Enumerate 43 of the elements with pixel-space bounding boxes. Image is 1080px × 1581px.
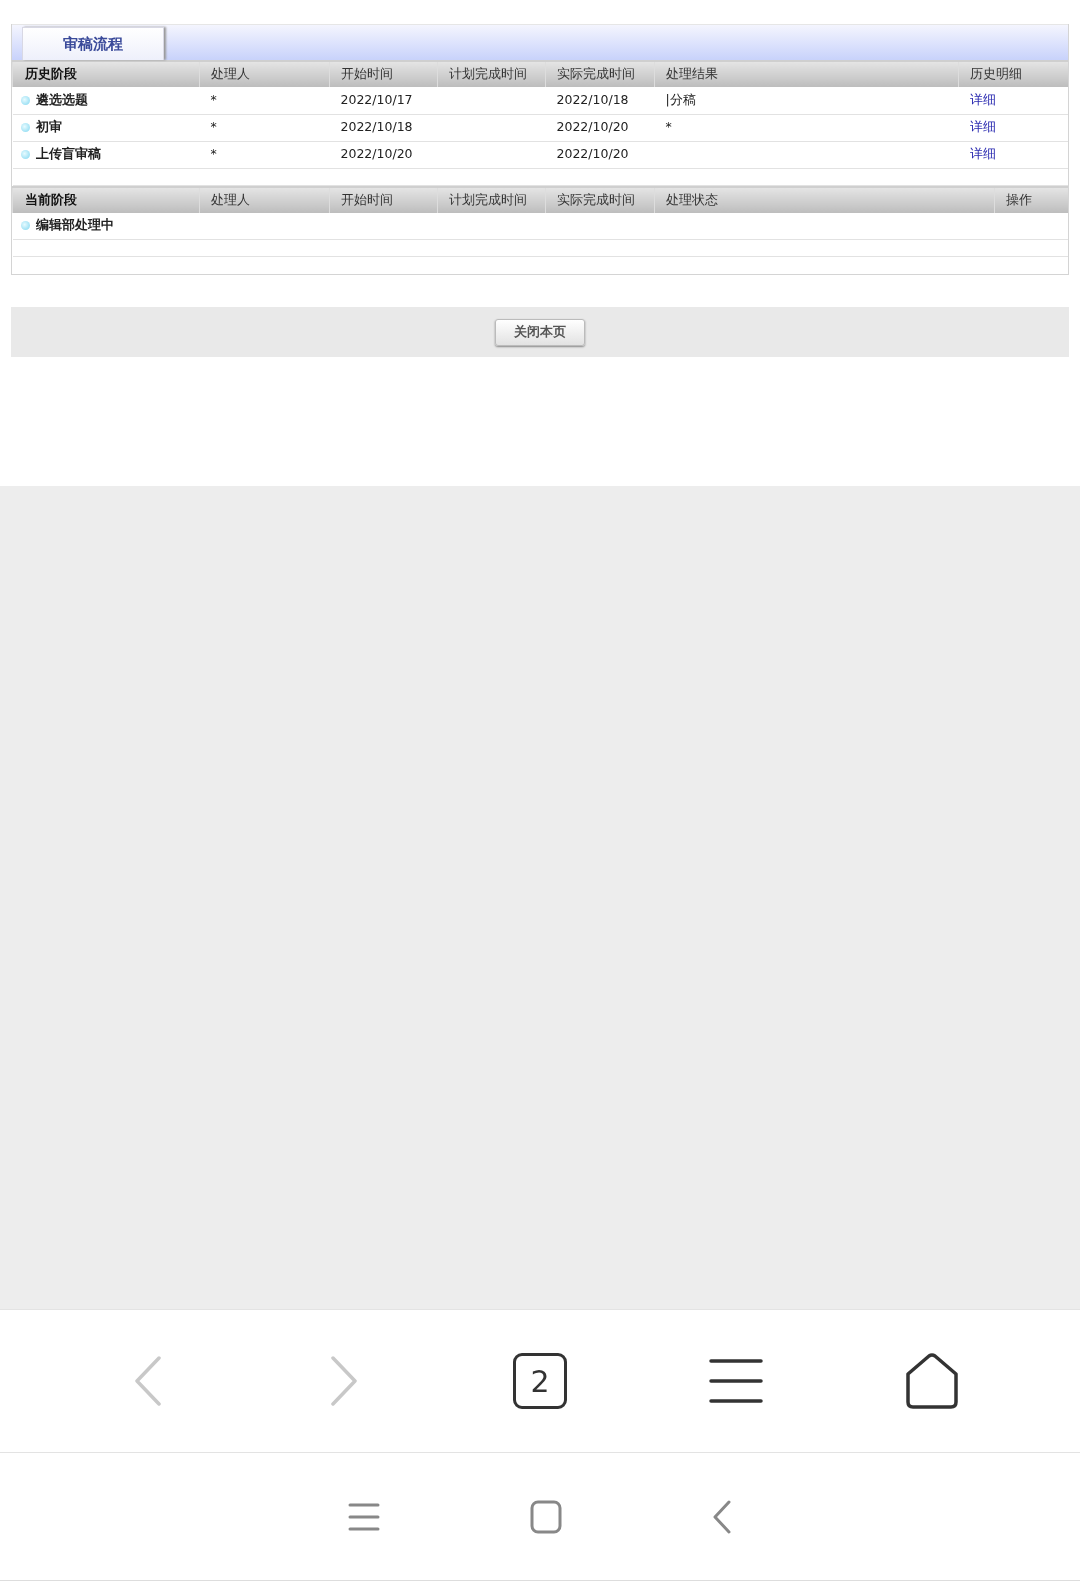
column-header: 处理状态 [654,186,995,213]
table-cell: 2022/10/18 [545,87,655,114]
column-header: 计划完成时间 [437,186,546,213]
stage-name: 上传盲审稿 [35,146,101,162]
table-cell: 2022/10/20 [545,141,655,168]
column-header: 开始时间 [329,61,438,87]
column-header: 历史阶段 [12,61,200,87]
close-page-button[interactable]: 关闭本页 [495,318,585,346]
column-header: 实际完成时间 [545,186,655,213]
bullet-icon [20,221,30,231]
tab[interactable]: 审稿流程 [22,27,164,60]
stage-name: 初审 [35,119,62,135]
table-cell: * [199,114,330,141]
column-header: 计划完成时间 [437,61,546,87]
stage-name: 遴选选题 [35,91,88,107]
home-icon[interactable] [904,1352,960,1410]
detail-link[interactable]: 详细 [969,146,996,162]
detail-link[interactable]: 详细 [969,91,996,107]
tab-count-button[interactable]: 2 [513,1353,567,1409]
table-cell: * [654,114,959,141]
table-cell: * [199,87,330,114]
stage-name: 编辑部处理中 [35,217,114,233]
column-header: 操作 [994,186,1068,213]
table-cell: |分稿 [654,87,959,114]
bullet-icon [20,95,30,105]
back-icon[interactable] [712,1499,732,1534]
menu-icon[interactable] [709,1358,763,1404]
table-cell: * [199,141,330,168]
recent-apps-icon[interactable] [348,1501,380,1532]
table-cell: 2022/10/20 [545,114,655,141]
table-cell: 2022/10/20 [329,141,438,168]
column-header: 实际完成时间 [545,61,655,87]
table-cell: 2022/10/17 [329,87,438,114]
column-header: 处理结果 [654,61,959,87]
column-header: 历史明细 [958,61,1068,87]
column-header: 开始时间 [329,186,438,213]
column-header: 处理人 [199,186,330,213]
detail-link[interactable]: 详细 [969,119,996,135]
column-header: 当前阶段 [12,186,200,213]
bullet-icon [20,150,30,160]
bullet-icon [20,123,30,133]
column-header: 处理人 [199,61,330,87]
table-cell: 2022/10/18 [329,114,438,141]
